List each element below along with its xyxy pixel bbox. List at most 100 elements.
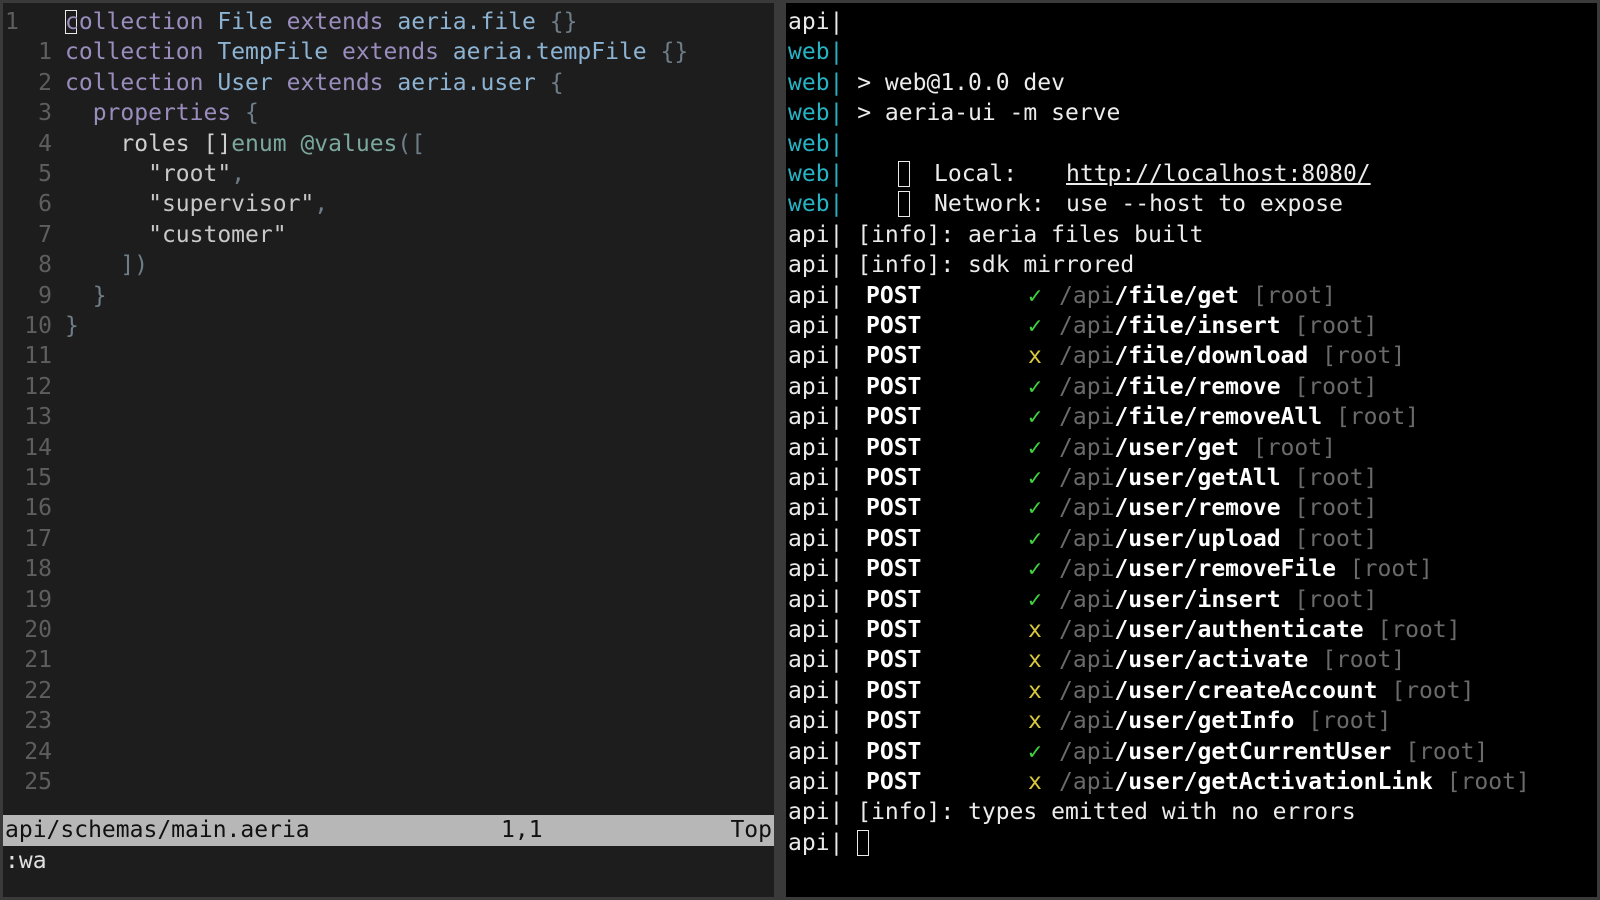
cross-icon: x bbox=[1028, 647, 1042, 674]
editor-line[interactable]: 3 properties { bbox=[3, 98, 774, 129]
terminal-line: api| POST ✓ /api/user/removeFile [root] bbox=[788, 554, 1597, 585]
editor-line[interactable]: 20 bbox=[3, 615, 774, 646]
process-prefix: api| bbox=[788, 495, 844, 522]
line-number: 6 bbox=[38, 191, 52, 218]
editor-line[interactable]: 21 bbox=[3, 645, 774, 676]
editor-line[interactable]: 10} bbox=[3, 311, 774, 342]
process-prefix: web| bbox=[788, 39, 844, 66]
terminal-line: api| POST ✓ /api/file/removeAll [root] bbox=[788, 402, 1597, 433]
terminal-line: api| [info]: types emitted with no error… bbox=[788, 797, 1597, 828]
terminal-line: api| POST x/api/file/download [root] bbox=[788, 341, 1597, 372]
route-path: /user/get bbox=[1114, 434, 1240, 461]
route-entry: /api/user/getCurrentUser [root] bbox=[1059, 737, 1488, 768]
route-role: [root] bbox=[1280, 313, 1378, 339]
line-number: 21 bbox=[24, 647, 52, 674]
editor-line[interactable]: 9 } bbox=[3, 281, 774, 312]
editor-line[interactable]: 2 collection User extends aeria.user { bbox=[3, 68, 774, 99]
editor-line[interactable]: 17 bbox=[3, 524, 774, 555]
editor-line[interactable]: 22 bbox=[3, 676, 774, 707]
route-prefix: /api bbox=[1059, 586, 1115, 613]
http-method: POST bbox=[866, 465, 922, 491]
line-number: 1 bbox=[5, 9, 19, 35]
editor-line[interactable]: 25 bbox=[3, 767, 774, 798]
route-prefix: /api bbox=[1059, 373, 1115, 400]
code-text: "supervisor", bbox=[148, 191, 329, 218]
log-text: [info]: sdk mirrored bbox=[843, 252, 1135, 279]
terminal-line: api| POST ✓ /api/user/remove [root] bbox=[788, 493, 1597, 524]
editor-line[interactable]: 1 collection File extends aeria.file {} bbox=[3, 7, 774, 38]
cross-icon: x bbox=[1028, 343, 1042, 370]
editor-line[interactable]: 7 "customer" bbox=[3, 220, 774, 251]
editor-line[interactable]: 23 bbox=[3, 706, 774, 737]
route-path: /file/download bbox=[1114, 343, 1309, 370]
route-prefix: /api bbox=[1059, 677, 1115, 704]
route-path: /file/insert bbox=[1114, 313, 1281, 339]
route-prefix: /api bbox=[1059, 404, 1115, 431]
network-hint: use --host to expose bbox=[1066, 191, 1343, 218]
process-prefix: api| bbox=[788, 373, 844, 400]
local-url-link[interactable]: http://localhost:8080/ bbox=[1066, 159, 1371, 190]
editor-line[interactable]: 24 bbox=[3, 737, 774, 768]
code-text: } bbox=[65, 313, 79, 339]
code-text: roles []enum @values([ bbox=[120, 130, 426, 157]
route-role: [root] bbox=[1335, 556, 1433, 583]
terminal-line: api| bbox=[788, 828, 1597, 859]
line-number: 5 bbox=[38, 161, 52, 187]
editor-pane[interactable]: 1 collection File extends aeria.file {} 1 c… bbox=[3, 3, 774, 897]
editor-line[interactable]: 19 bbox=[3, 585, 774, 616]
process-prefix: api| bbox=[788, 282, 844, 309]
route-role: [root] bbox=[1391, 738, 1489, 765]
editor-line[interactable]: 15 bbox=[3, 463, 774, 494]
process-prefix: api| bbox=[788, 799, 844, 826]
process-prefix: api| bbox=[788, 525, 844, 552]
route-entry: /api/file/get [root] bbox=[1059, 281, 1336, 312]
line-number: 13 bbox=[24, 404, 52, 431]
editor-line[interactable]: 13 bbox=[3, 402, 774, 433]
http-method: POST bbox=[866, 313, 922, 339]
line-number: 16 bbox=[24, 495, 52, 522]
editor-line[interactable]: 12 bbox=[3, 372, 774, 403]
line-number: 17 bbox=[24, 525, 52, 552]
editor-line[interactable]: 4 roles []enum @values([ bbox=[3, 129, 774, 160]
server-label: Network: bbox=[934, 191, 1045, 218]
process-prefix: api| bbox=[788, 343, 844, 370]
route-entry: /api/user/activate [root] bbox=[1059, 645, 1405, 676]
route-role: [root] bbox=[1280, 525, 1378, 552]
route-path: /user/createAccount bbox=[1114, 677, 1378, 704]
process-prefix: api| bbox=[788, 556, 844, 583]
route-prefix: /api bbox=[1059, 647, 1115, 674]
line-number: 15 bbox=[24, 465, 52, 491]
server-label: Local: bbox=[934, 161, 1018, 187]
editor-line[interactable]: 1 collection TempFile extends aeria.tempF… bbox=[3, 37, 774, 68]
terminal-line: api| POST ✓ /api/user/get [root] bbox=[788, 433, 1597, 464]
check-icon: ✓ bbox=[1028, 282, 1042, 309]
process-prefix: api| bbox=[788, 586, 844, 613]
route-path: /file/remove bbox=[1114, 373, 1281, 400]
editor-line[interactable]: 14 bbox=[3, 433, 774, 464]
process-prefix: web| bbox=[788, 69, 844, 96]
route-path: /user/getCurrentUser bbox=[1114, 738, 1392, 765]
editor-line[interactable]: 18 bbox=[3, 554, 774, 585]
route-role: [root] bbox=[1377, 677, 1475, 704]
editor-line[interactable]: 6 "supervisor", bbox=[3, 189, 774, 220]
editor-line[interactable]: 11 bbox=[3, 341, 774, 372]
http-method: POST bbox=[866, 647, 922, 674]
terminal-pane[interactable]: api| web| web| > web@1.0.0 dev web| > aeria… bbox=[786, 3, 1597, 897]
editor-line[interactable]: 5 "root", bbox=[3, 159, 774, 190]
vim-command-line[interactable]: :wa bbox=[3, 846, 774, 877]
route-prefix: /api bbox=[1059, 282, 1115, 309]
editor-line[interactable]: 8 ]) bbox=[3, 250, 774, 281]
process-prefix: api| bbox=[788, 769, 844, 795]
editor-line[interactable]: 16 bbox=[3, 493, 774, 524]
process-prefix: api| bbox=[788, 434, 844, 461]
http-method: POST bbox=[866, 769, 922, 795]
route-prefix: /api bbox=[1059, 708, 1115, 735]
route-path: /user/remove bbox=[1114, 495, 1281, 522]
code-text: "customer" bbox=[148, 221, 287, 248]
route-role: [root] bbox=[1280, 495, 1378, 522]
route-entry: /api/user/authenticate [root] bbox=[1059, 615, 1461, 646]
code-text: properties { bbox=[92, 100, 259, 127]
cross-icon: x bbox=[1028, 677, 1042, 704]
route-entry: /api/user/remove [root] bbox=[1059, 493, 1378, 524]
